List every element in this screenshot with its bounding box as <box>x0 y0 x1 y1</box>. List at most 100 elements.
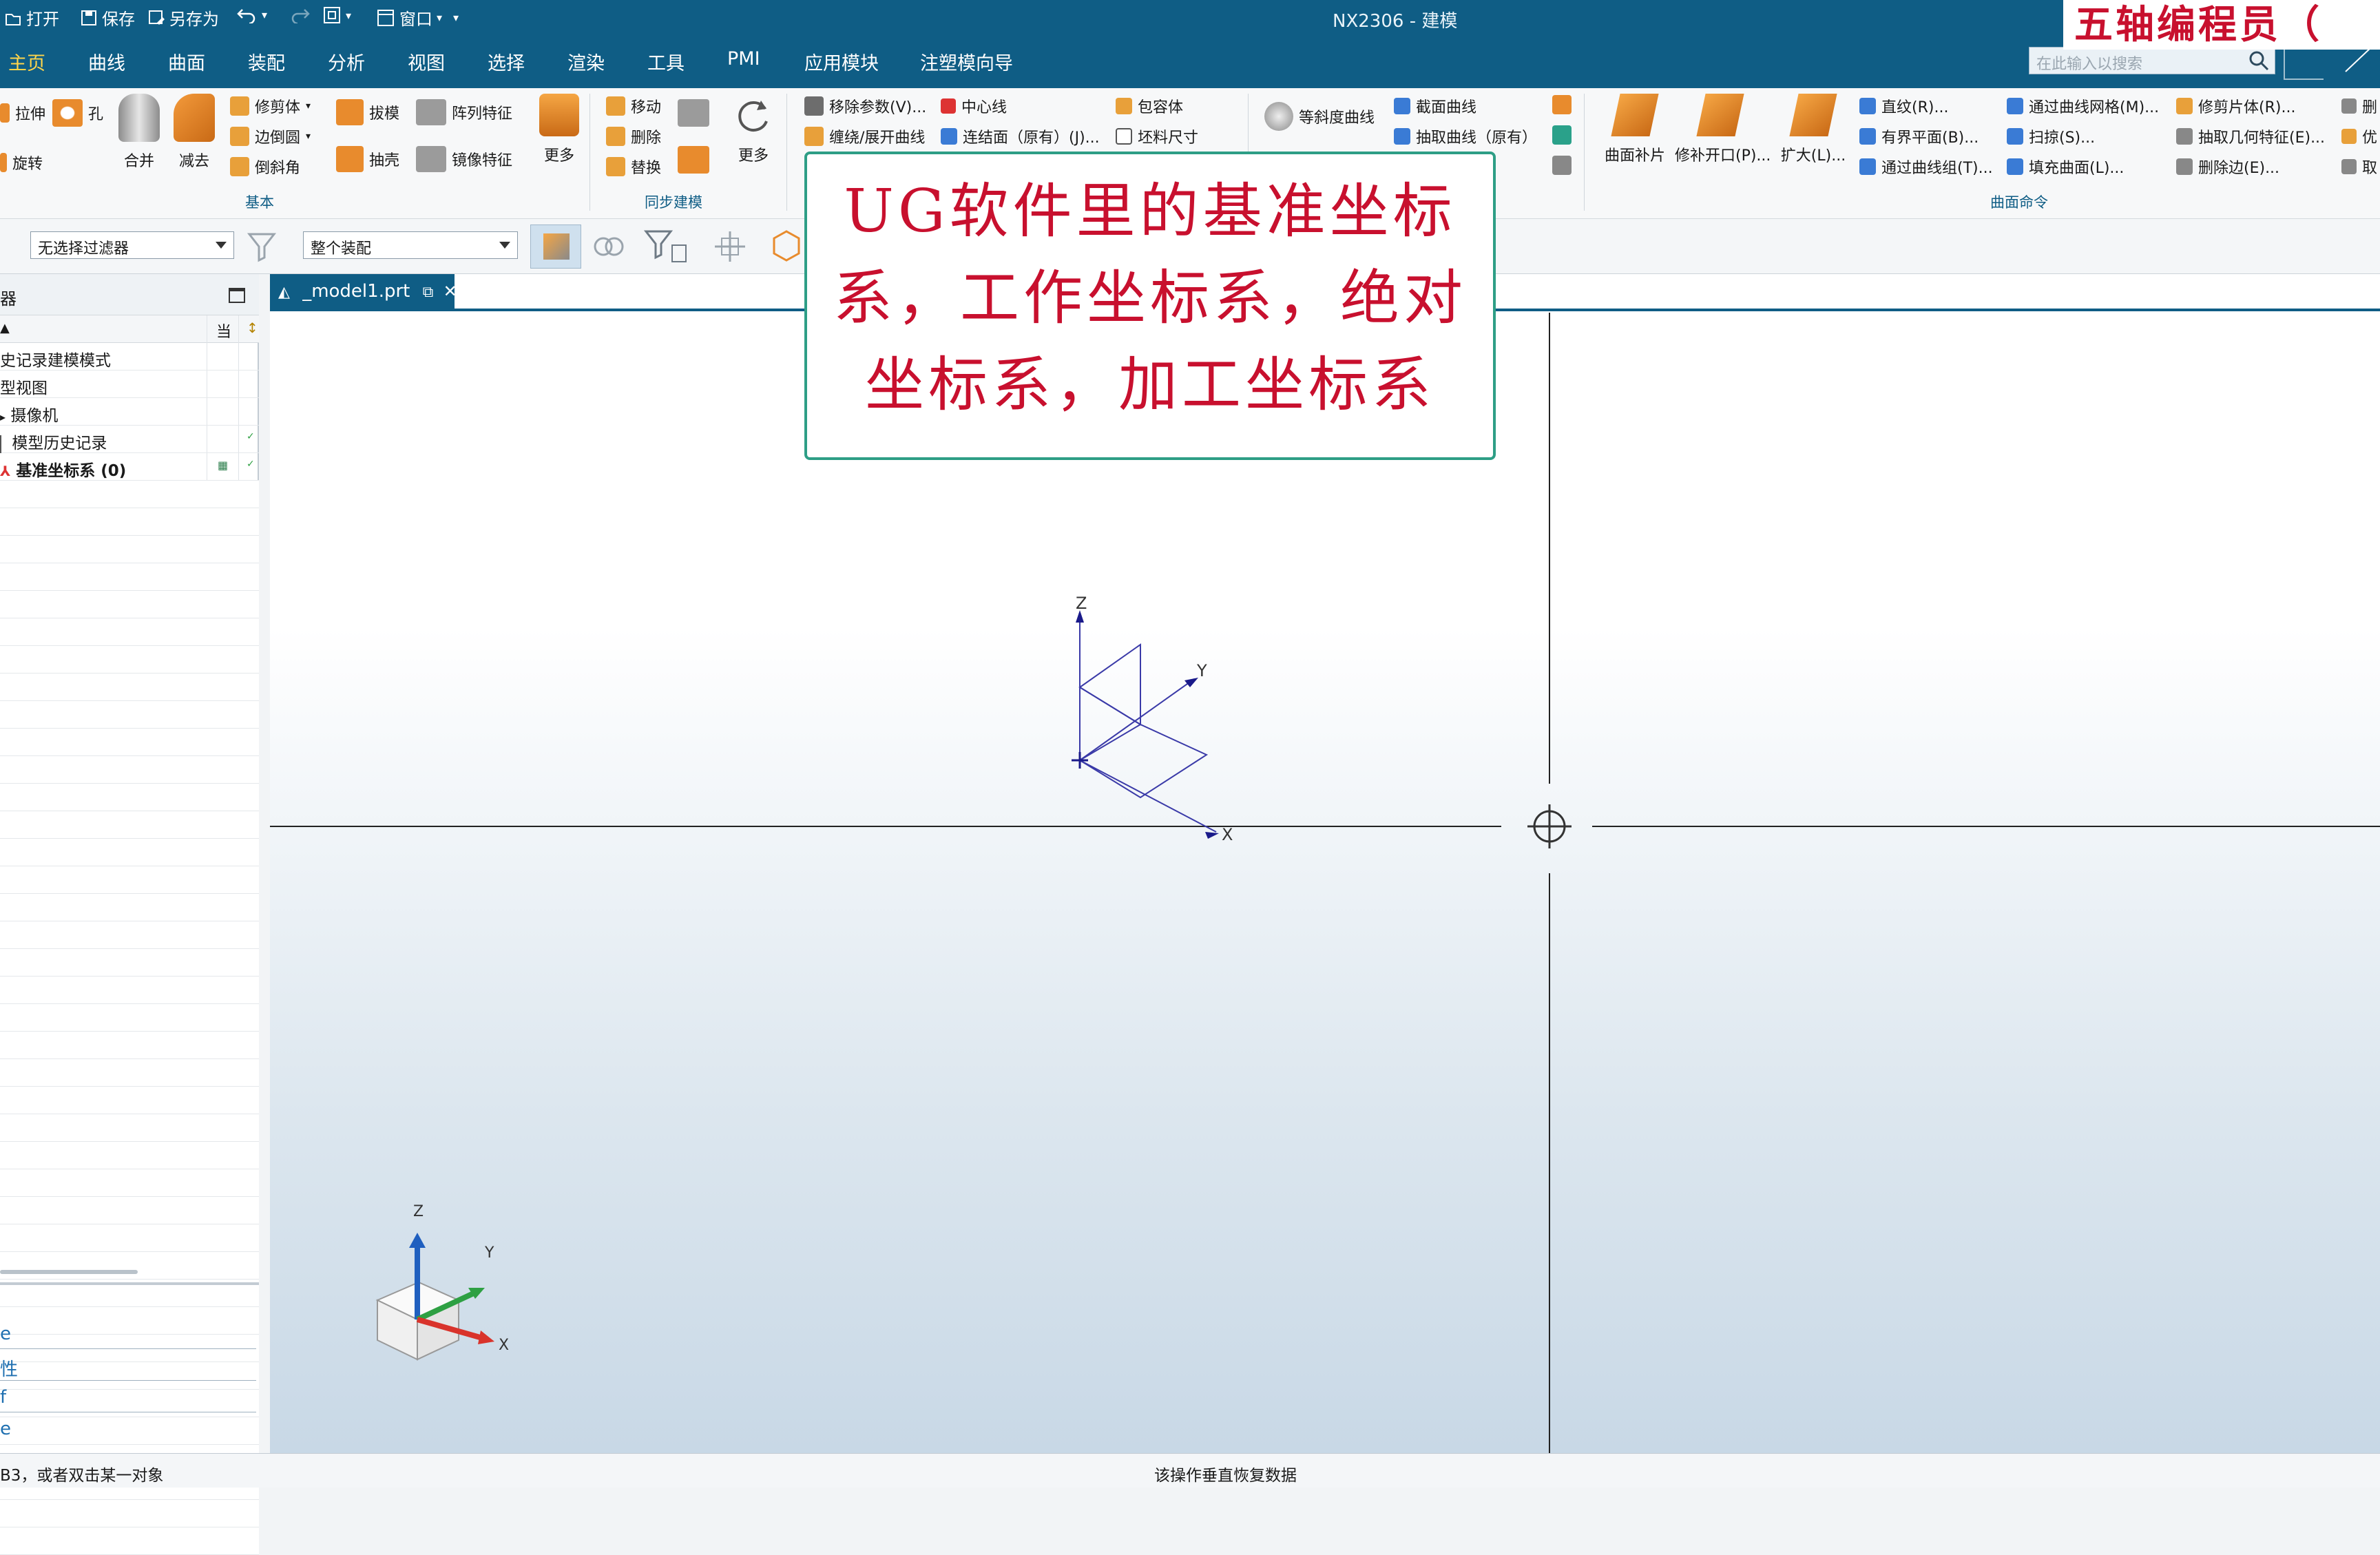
select-component-icon[interactable] <box>587 229 629 264</box>
tab-home[interactable]: 主页 <box>8 48 45 75</box>
tab-pmi[interactable]: PMI <box>727 48 760 70</box>
surface-edge-tool-3[interactable]: 取 <box>2341 156 2377 178</box>
maximize-ribbon-icon[interactable] <box>2284 50 2324 80</box>
tree-row-history-mode[interactable]: 史记录建模模式 <box>0 343 259 371</box>
search-input[interactable]: 在此输入以搜索 <box>2029 47 2275 74</box>
tab-view[interactable]: 视图 <box>408 48 445 75</box>
ruled-button[interactable]: 直纹(R)... <box>1859 95 1948 117</box>
snap-point-icon[interactable] <box>709 229 752 264</box>
save-button[interactable]: 保存 <box>80 6 135 30</box>
edge-blend-button[interactable]: 边倒圆 ▾ <box>230 125 311 147</box>
tree-row-datum-csys[interactable]: ⅄ 基准坐标系 (0) ▦ ✓ <box>0 453 259 481</box>
offset-region-button[interactable] <box>678 99 709 127</box>
tab-select[interactable]: 选择 <box>488 48 525 75</box>
bounding-body-button[interactable]: 包容体 <box>1116 95 1183 117</box>
basic-more-button[interactable]: 更多 <box>534 94 584 165</box>
sync-more-button[interactable]: 更多 <box>729 94 778 165</box>
delete-edge-button[interactable]: 删除边(E)... <box>2176 156 2279 178</box>
document-tab[interactable]: ◭ _model1.prt ⧉ ✕ <box>270 274 457 309</box>
centerline-button[interactable]: 中心线 <box>941 95 1007 117</box>
extrude-button[interactable]: 拉伸 <box>0 102 45 124</box>
view-triad-icon[interactable] <box>375 1233 494 1361</box>
swept-button[interactable]: 扫掠(S)... <box>2007 125 2095 147</box>
save-as-button[interactable]: 另存为 <box>147 6 219 30</box>
tab-surface[interactable]: 曲面 <box>168 48 205 75</box>
tab-assembly[interactable]: 装配 <box>248 48 285 75</box>
type-filter-select[interactable]: 无选择过滤器 <box>30 231 234 259</box>
window-menu-button[interactable]: 窗口 ▾ ▾ <box>376 6 459 30</box>
panel-section-4[interactable]: e <box>0 1419 11 1439</box>
tab-render[interactable]: 渲染 <box>567 48 605 75</box>
bounded-plane-icon <box>1859 128 1876 145</box>
column-extra-icon[interactable]: ↕ <box>247 320 258 336</box>
tab-curve[interactable]: 曲线 <box>88 48 125 75</box>
tree-row-model-views[interactable]: 型视图 <box>0 371 259 398</box>
undock-icon[interactable]: ⧉ <box>423 284 434 301</box>
replace-face-button[interactable]: 替换 <box>606 156 661 178</box>
expand-icon[interactable]: ▸ <box>0 410 6 424</box>
remove-params-button[interactable]: 移除参数(V)... <box>804 95 926 117</box>
unite-button[interactable]: 合并 <box>114 94 164 171</box>
draft-button[interactable]: 拔模 <box>336 99 399 125</box>
through-mesh-button[interactable]: 通过曲线网格(M)... <box>2007 95 2159 117</box>
curve-tool-1-button[interactable] <box>1552 95 1572 114</box>
through-curves-button[interactable]: 通过曲线组(T)... <box>1859 156 1993 178</box>
bounded-plane-button[interactable]: 有界平面(B)... <box>1859 125 1979 147</box>
isoparametric-curve-button[interactable]: 等斜度曲线 <box>1264 102 1375 131</box>
delete-face-button[interactable]: 删除 <box>606 125 661 147</box>
customize-quick-access-icon[interactable]: ▾ <box>453 11 459 24</box>
horizontal-scrollbar[interactable] <box>0 1270 138 1274</box>
trim-body-button[interactable]: 修剪体 ▾ <box>230 95 311 117</box>
box-select-icon[interactable] <box>767 226 806 264</box>
stock-size-button[interactable]: 坯料尺寸 <box>1116 125 1198 147</box>
chamfer-button[interactable]: 倒斜角 <box>230 156 300 178</box>
pattern-feature-button[interactable]: 阵列特征 <box>416 99 512 125</box>
undo-dropdown-icon[interactable]: ▾ <box>262 8 267 21</box>
wrap-unwrap-button[interactable]: 缠绕/展开曲线 <box>804 125 925 147</box>
join-face-button[interactable]: 连结面（原有）(J)... <box>941 125 1100 147</box>
curve-tool-2-button[interactable] <box>1552 125 1572 145</box>
panel-section-2[interactable]: 性 <box>0 1355 18 1381</box>
tab-analysis[interactable]: 分析 <box>328 48 365 75</box>
resize-blend-button[interactable] <box>678 146 709 174</box>
tab-tools[interactable]: 工具 <box>647 48 685 75</box>
select-body-toggle[interactable] <box>530 225 581 269</box>
move-face-button[interactable]: 移动 <box>606 95 661 117</box>
panel-section-3[interactable]: f <box>0 1387 6 1408</box>
sort-up-icon[interactable]: ▲ <box>0 321 10 335</box>
fit-view-button[interactable]: ▾ <box>322 6 351 25</box>
panel-section-1[interactable]: e <box>0 1324 11 1344</box>
curve-tool-3-button[interactable] <box>1552 156 1572 175</box>
tree-row-model-history[interactable]: 模型历史记录 ✓ <box>0 426 259 453</box>
column-current[interactable]: 当 <box>216 320 231 342</box>
hole-button[interactable]: 孔 <box>52 99 103 127</box>
redo-button[interactable] <box>289 6 310 23</box>
datum-csys-icon[interactable] <box>1078 613 1217 833</box>
surface-patch-button[interactable]: 曲面补片 <box>1602 94 1668 165</box>
selection-filter-icon[interactable] <box>643 227 694 266</box>
trim-opening-button[interactable]: 修补开口(P)... <box>1675 94 1771 165</box>
maximize-panel-icon[interactable] <box>229 288 245 303</box>
mirror-feature-button[interactable]: 镜像特征 <box>416 146 512 172</box>
section-curve-button[interactable]: 截面曲线 <box>1394 95 1476 117</box>
extract-geometry-button[interactable]: 抽取几何特征(E)... <box>2176 125 2325 147</box>
fill-surface-button[interactable]: 填充曲面(L)... <box>2007 156 2124 178</box>
open-button[interactable]: 打开 <box>4 6 59 30</box>
extract-curve-button[interactable]: 抽取曲线（原有） <box>1394 125 1537 147</box>
fit-view-dropdown-icon[interactable]: ▾ <box>346 9 351 22</box>
search-icon[interactable] <box>2248 50 2270 72</box>
surface-edge-tool-1[interactable]: 删 <box>2341 95 2377 117</box>
trim-sheet-button[interactable]: 修剪片体(R)... <box>2176 95 2295 117</box>
tab-mold-wizard[interactable]: 注塑模向导 <box>920 48 1013 75</box>
filter-reset-icon[interactable] <box>245 229 286 264</box>
subtract-button[interactable]: 减去 <box>169 94 219 171</box>
tab-applications[interactable]: 应用模块 <box>804 48 879 75</box>
close-tab-icon[interactable]: ✕ <box>443 282 457 301</box>
shell-button[interactable]: 抽壳 <box>336 146 399 172</box>
tree-row-cameras[interactable]: ▸ 摄像机 <box>0 398 259 426</box>
selection-scope-select[interactable]: 整个装配 <box>303 231 518 259</box>
surface-edge-tool-2[interactable]: 优 <box>2341 125 2377 147</box>
revolve-button[interactable]: 旋转 <box>0 152 43 174</box>
undo-button[interactable]: ▾ <box>237 6 267 23</box>
enlarge-button[interactable]: 扩大(L)... <box>1775 94 1851 165</box>
